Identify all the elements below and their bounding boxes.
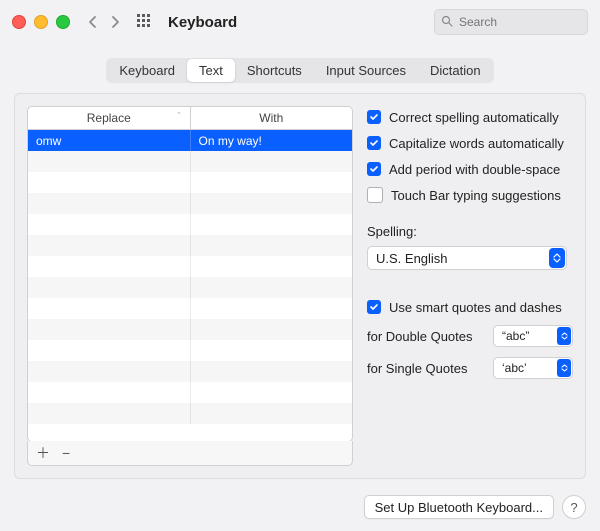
sort-indicator-icon: ＾ (174, 111, 183, 124)
table-row (28, 256, 352, 277)
tab-keyboard[interactable]: Keyboard (107, 59, 187, 82)
tabs-row: Keyboard Text Shortcuts Input Sources Di… (0, 44, 600, 93)
option-label: Add period with double-space (389, 162, 560, 177)
select-value: “abc” (502, 329, 529, 343)
window-title: Keyboard (168, 14, 237, 31)
option-label: Capitalize words automatically (389, 136, 564, 151)
tab-dictation[interactable]: Dictation (418, 59, 493, 82)
option-smart-quotes[interactable]: Use smart quotes and dashes (367, 296, 573, 318)
table-row (28, 403, 352, 424)
table-body[interactable]: omw On my way! (28, 130, 352, 441)
tab-shortcuts[interactable]: Shortcuts (235, 59, 314, 82)
option-label: Touch Bar typing suggestions (391, 188, 561, 203)
option-label: Correct spelling automatically (389, 110, 559, 125)
show-all-icon[interactable] (136, 13, 152, 32)
table-footer: ＋ − (27, 441, 353, 466)
single-quotes-label: for Single Quotes (367, 361, 485, 376)
checkmark-icon (367, 300, 381, 314)
tab-input-sources[interactable]: Input Sources (314, 59, 418, 82)
titlebar: Keyboard (0, 0, 600, 44)
single-quotes-select[interactable]: ‘abc’ (493, 357, 573, 379)
replacements-table-wrap: Replace ＾ With omw On my way! (27, 106, 353, 466)
column-header-replace[interactable]: Replace ＾ (28, 107, 191, 129)
forward-button[interactable] (111, 15, 120, 29)
table-row[interactable]: omw On my way! (28, 130, 352, 151)
table-row (28, 361, 352, 382)
help-button[interactable]: ? (562, 495, 586, 519)
cell-with[interactable]: On my way! (191, 130, 353, 151)
table-row (28, 193, 352, 214)
table-row (28, 172, 352, 193)
table-row (28, 319, 352, 340)
spelling-label: Spelling: (367, 224, 573, 239)
chevron-up-down-icon (557, 327, 571, 345)
content-pane: Replace ＾ With omw On my way! (14, 93, 586, 479)
table-row (28, 382, 352, 403)
table-row (28, 214, 352, 235)
add-row-button[interactable]: ＋ (36, 443, 50, 463)
chevron-up-down-icon (557, 359, 571, 377)
table-header: Replace ＾ With (28, 107, 352, 130)
select-value: U.S. English (376, 251, 448, 266)
search-input[interactable] (457, 14, 581, 30)
window: Keyboard Keyboard Text Shortcuts Input S… (0, 0, 600, 531)
select-value: ‘abc’ (502, 361, 527, 375)
double-quotes-select[interactable]: “abc” (493, 325, 573, 347)
replacements-table: Replace ＾ With omw On my way! (27, 106, 353, 442)
option-touch-bar[interactable]: Touch Bar typing suggestions (367, 184, 573, 206)
option-capitalize[interactable]: Capitalize words automatically (367, 132, 573, 154)
table-row (28, 235, 352, 256)
table-row (28, 151, 352, 172)
table-row (28, 340, 352, 361)
checkmark-icon (367, 162, 381, 176)
bluetooth-keyboard-button[interactable]: Set Up Bluetooth Keyboard... (364, 495, 554, 519)
tabs: Keyboard Text Shortcuts Input Sources Di… (106, 58, 493, 83)
traffic-lights (12, 15, 70, 29)
search-icon (441, 15, 453, 30)
double-quotes-label: for Double Quotes (367, 329, 485, 344)
column-header-with-label: With (259, 111, 283, 125)
checkmark-icon (367, 136, 381, 150)
spelling-select[interactable]: U.S. English (367, 246, 567, 270)
option-correct-spelling[interactable]: Correct spelling automatically (367, 106, 573, 128)
table-row (28, 277, 352, 298)
zoom-window-button[interactable] (56, 15, 70, 29)
option-label: Use smart quotes and dashes (389, 300, 562, 315)
double-quotes-row: for Double Quotes “abc” (367, 322, 573, 350)
bottom-bar: Set Up Bluetooth Keyboard... ? (0, 489, 600, 531)
nav-arrows (88, 15, 120, 29)
chevron-up-down-icon (549, 248, 565, 268)
close-window-button[interactable] (12, 15, 26, 29)
remove-row-button[interactable]: − (62, 445, 70, 461)
single-quotes-row: for Single Quotes ‘abc’ (367, 354, 573, 382)
column-header-replace-label: Replace (87, 111, 131, 125)
table-row (28, 298, 352, 319)
back-button[interactable] (88, 15, 97, 29)
column-header-with[interactable]: With (191, 107, 353, 129)
checkmark-icon (367, 110, 381, 124)
cell-replace[interactable]: omw (28, 130, 191, 151)
options-panel: Correct spelling automatically Capitaliz… (367, 106, 573, 466)
minimize-window-button[interactable] (34, 15, 48, 29)
tab-text[interactable]: Text (187, 59, 235, 82)
main-row: Replace ＾ With omw On my way! (27, 106, 573, 466)
search-field[interactable] (434, 9, 588, 35)
checkbox-empty-icon (367, 187, 383, 203)
option-double-space[interactable]: Add period with double-space (367, 158, 573, 180)
